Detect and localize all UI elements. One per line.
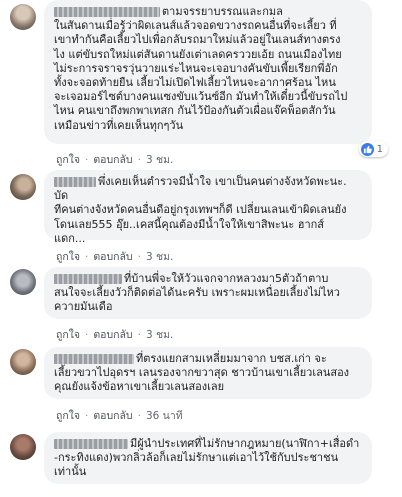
reply-link[interactable]: ตอบกลับ	[93, 151, 132, 168]
avatar[interactable]	[10, 174, 36, 200]
avatar[interactable]	[10, 349, 36, 375]
comment-bubble: ที่บ้านพี่จะให้วัวแจกจากหลวงมา5ตัวถ้าตาบ…	[44, 267, 372, 319]
like-link[interactable]: ถูกใจ	[56, 407, 80, 424]
reply-link[interactable]: ตอบกลับ	[93, 407, 132, 424]
comment-time[interactable]: 36 นาที	[146, 407, 183, 424]
redacted-name	[54, 177, 96, 187]
avatar[interactable]	[10, 269, 36, 295]
like-link[interactable]: ถูกใจ	[56, 248, 80, 265]
comment-text: พึ่งเคยเห็นตำรวจมีน้ำใจ เขาเป็นคนต่างจัง…	[54, 175, 347, 245]
thumbs-up-icon	[360, 142, 374, 156]
comment-time[interactable]: 3 ชม.	[146, 151, 173, 168]
comment-text: มีผู้นำประเทศที่ไม่รักษากฎหมาย(นาฬิกา+เส…	[54, 437, 360, 479]
comment-bubble: ตามจรรยาบรรณและกมล ในสันดานเมื่อรู้ว่าผิ…	[44, 0, 372, 144]
comment-time[interactable]: 3 ชม.	[146, 248, 173, 265]
avatar[interactable]	[10, 434, 36, 460]
reply-link[interactable]: ตอบกลับ	[93, 248, 132, 265]
comment-actions: ถูกใจ · ตอบกลับ · 3 ชม.	[56, 151, 173, 168]
like-link[interactable]: ถูกใจ	[56, 151, 80, 168]
redacted-name	[54, 7, 160, 17]
like-link[interactable]: ถูกใจ	[56, 326, 80, 343]
reaction-count: 1	[376, 143, 383, 155]
avatar[interactable]	[10, 4, 36, 30]
comment-bubble: มีผู้นำประเทศที่ไม่รักษากฎหมาย(นาฬิกา+เส…	[44, 432, 372, 484]
comment-text: ที่บ้านพี่จะให้วัวแจกจากหลวงมา5ตัวถ้าตาบ…	[54, 272, 340, 314]
redacted-name	[54, 354, 134, 364]
redacted-name	[54, 274, 122, 284]
reply-link[interactable]: ตอบกลับ	[93, 326, 132, 343]
comment-text: ตามจรรยาบรรณและกมล ในสันดานเมื่อรู้ว่าผิ…	[54, 5, 348, 132]
comment-actions: ถูกใจ · ตอบกลับ · 3 ชม.	[56, 248, 173, 265]
comment-bubble: ที่ตรงแยกสามเหลี่ยมมาจาก บชส.เก่า จะ เลี…	[44, 347, 372, 399]
comment-bubble: พึ่งเคยเห็นตำรวจมีน้ำใจ เขาเป็นคนต่างจัง…	[44, 170, 372, 245]
reaction-badge[interactable]: 1	[358, 141, 388, 157]
redacted-name	[54, 439, 128, 449]
comment-actions: ถูกใจ · ตอบกลับ · 3 ชม.	[56, 326, 173, 343]
comment-actions: ถูกใจ · ตอบกลับ · 36 นาที	[56, 407, 183, 424]
comment-time[interactable]: 3 ชม.	[146, 326, 173, 343]
comment-text: ที่ตรงแยกสามเหลี่ยมมาจาก บชส.เก่า จะ เลี…	[54, 352, 350, 394]
